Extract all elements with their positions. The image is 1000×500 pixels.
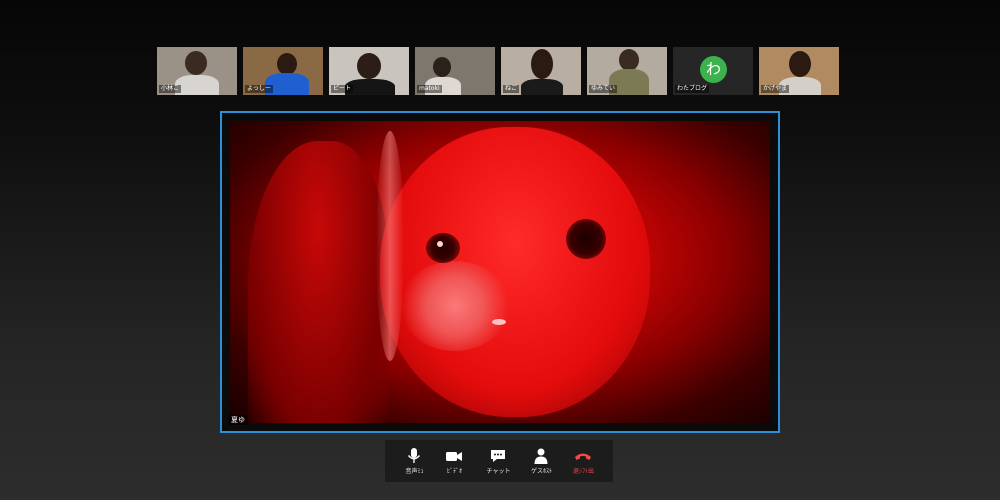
leave-label: 退ｼﾌﾄ出 — [572, 468, 594, 475]
participant-tile[interactable]: ゆみてい — [587, 47, 667, 95]
participant-photo — [433, 57, 451, 77]
participant-tile[interactable]: ねご — [501, 47, 581, 95]
participant-photo — [185, 51, 207, 75]
main-video-panel[interactable]: 夏ゆ — [220, 111, 780, 433]
participant-name: かげやま — [761, 85, 790, 93]
participant-photo — [357, 53, 381, 79]
participant-name: わたブログ — [675, 85, 710, 93]
participant-photo — [277, 53, 297, 75]
call-toolbar: 音声ﾐｭ ﾋﾞﾃﾞｵ チャット ゲスﾎｽﾄ 退ｼﾌﾄ出 — [385, 440, 613, 482]
guest-label: ゲスﾎｽﾄ — [530, 468, 552, 475]
video-shape-hair — [248, 141, 388, 423]
chat-button[interactable]: チャット — [476, 440, 521, 482]
avatar: わ — [700, 56, 727, 83]
microphone-icon — [407, 448, 421, 463]
mute-button[interactable]: 音声ﾐｭ — [392, 440, 437, 482]
participant-tile[interactable]: matoki — [415, 47, 495, 95]
participant-name: matoki — [417, 85, 442, 93]
video-label: ﾋﾞﾃﾞｵ — [446, 468, 462, 475]
mute-label: 音声ﾐｭ — [405, 468, 424, 475]
main-video-feed — [230, 121, 770, 423]
participant-photo — [789, 51, 811, 77]
person-icon — [534, 448, 548, 464]
participant-tile[interactable]: よっしー — [243, 47, 323, 95]
participant-name: ゆみてい — [589, 85, 618, 93]
video-shape-eye-left — [426, 233, 460, 263]
chat-bubble-icon — [491, 450, 505, 462]
video-shape-cheek — [400, 261, 510, 351]
video-shape-highlight — [376, 131, 404, 361]
participant-strip: 小林こ よっしー ピート matoki ねご ゆみてい わ わたブログ かげやま — [157, 47, 841, 95]
participant-name: よっしー — [245, 85, 273, 93]
participant-tile[interactable]: ピート — [329, 47, 409, 95]
video-shape-mouth — [492, 319, 506, 325]
participant-tile[interactable]: 小林こ — [157, 47, 237, 95]
participant-name: ピート — [331, 85, 354, 93]
participant-tile[interactable]: わ わたブログ — [673, 47, 753, 95]
leave-button[interactable]: 退ｼﾌﾄ出 — [561, 440, 606, 482]
participant-photo — [531, 49, 553, 79]
main-video-name: 夏ゆ — [228, 415, 248, 425]
participant-tile[interactable]: かげやま — [759, 47, 839, 95]
video-camera-icon — [446, 452, 462, 461]
hang-up-icon — [575, 453, 591, 460]
participant-photo — [619, 49, 639, 71]
participant-name: ねご — [503, 85, 520, 93]
participant-name: 小林こ — [159, 85, 182, 93]
participant-photo-body — [175, 75, 219, 95]
guest-button[interactable]: ゲスﾎｽﾄ — [519, 440, 564, 482]
video-shape-eye-right — [566, 219, 606, 259]
participant-photo-body — [521, 79, 563, 95]
chat-label: チャット — [486, 468, 511, 475]
video-button[interactable]: ﾋﾞﾃﾞｵ — [432, 440, 477, 482]
